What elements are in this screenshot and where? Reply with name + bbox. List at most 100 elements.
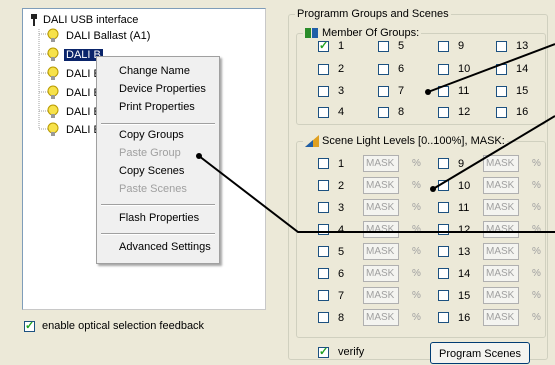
checkbox[interactable] bbox=[318, 202, 329, 213]
scenes-icon bbox=[305, 135, 319, 147]
tree-item[interactable]: DALI E bbox=[45, 104, 103, 120]
mask-field[interactable]: MASK bbox=[363, 221, 399, 238]
tree-root[interactable]: DALI USB interface bbox=[29, 14, 138, 26]
checkbox[interactable] bbox=[24, 319, 35, 332]
tree-item-selected[interactable]: DALI B bbox=[45, 47, 103, 63]
group-checkbox-14[interactable]: 14 bbox=[496, 63, 528, 75]
tree-item[interactable]: DALI E bbox=[45, 66, 103, 82]
optical-feedback-checkbox[interactable]: enable optical selection feedback bbox=[24, 319, 205, 332]
checkbox[interactable] bbox=[496, 40, 507, 52]
group-checkbox-2[interactable]: 2 bbox=[318, 63, 344, 75]
group-checkbox-13[interactable]: 13 bbox=[496, 40, 528, 52]
checkbox[interactable] bbox=[318, 158, 329, 169]
checkbox[interactable] bbox=[318, 224, 329, 235]
group-checkbox-4[interactable]: 4 bbox=[318, 106, 344, 118]
checkbox[interactable] bbox=[318, 39, 329, 52]
tree-item-label: DALI Ballast (A1) bbox=[66, 30, 151, 42]
checkbox[interactable] bbox=[438, 290, 449, 301]
group-checkbox-10[interactable]: 10 bbox=[438, 63, 470, 75]
checkbox[interactable] bbox=[438, 158, 449, 169]
menu-item-paste-scenes[interactable]: Paste Scenes bbox=[119, 183, 187, 195]
mask-field[interactable]: MASK bbox=[483, 243, 519, 260]
mask-field[interactable]: MASK bbox=[363, 265, 399, 282]
percent-unit: % bbox=[532, 224, 541, 235]
group-checkbox-7[interactable]: 7 bbox=[378, 85, 404, 97]
group-checkbox-8[interactable]: 8 bbox=[378, 106, 404, 118]
group-checkbox-9[interactable]: 9 bbox=[438, 40, 464, 52]
menu-item-paste-group[interactable]: Paste Group bbox=[119, 147, 181, 159]
checkbox[interactable] bbox=[496, 106, 507, 118]
mask-field[interactable]: MASK bbox=[483, 221, 519, 238]
group-label: 13 bbox=[516, 40, 529, 52]
mask-field[interactable]: MASK bbox=[363, 177, 399, 194]
mask-field[interactable]: MASK bbox=[363, 155, 399, 172]
programm-groups-title: Programm Groups and Scenes bbox=[295, 8, 451, 20]
group-label: 10 bbox=[458, 63, 471, 75]
checkbox[interactable] bbox=[318, 63, 329, 75]
menu-item-copy-scenes[interactable]: Copy Scenes bbox=[119, 165, 184, 177]
percent-unit: % bbox=[532, 246, 541, 257]
checkbox[interactable] bbox=[318, 246, 329, 257]
checkbox[interactable] bbox=[378, 106, 389, 118]
checkbox[interactable] bbox=[318, 290, 329, 301]
mask-field[interactable]: MASK bbox=[483, 177, 519, 194]
percent-unit: % bbox=[532, 158, 541, 169]
group-checkbox-5[interactable]: 5 bbox=[378, 40, 404, 52]
group-checkbox-16[interactable]: 16 bbox=[496, 106, 528, 118]
checkbox[interactable] bbox=[318, 180, 329, 191]
group-checkbox-15[interactable]: 15 bbox=[496, 85, 528, 97]
mask-field[interactable]: MASK bbox=[363, 287, 399, 304]
checkbox[interactable] bbox=[438, 202, 449, 213]
tree-item[interactable]: DALI E bbox=[45, 85, 103, 101]
checkbox[interactable] bbox=[378, 85, 389, 97]
group-label: 12 bbox=[458, 106, 471, 118]
mask-field[interactable]: MASK bbox=[363, 309, 399, 326]
checkbox[interactable] bbox=[438, 246, 449, 257]
checkbox[interactable] bbox=[318, 268, 329, 279]
mask-field[interactable]: MASK bbox=[363, 199, 399, 216]
mask-field[interactable]: MASK bbox=[363, 243, 399, 260]
group-checkbox-11[interactable]: 11 bbox=[438, 85, 469, 97]
menu-item-print-properties[interactable]: Print Properties bbox=[119, 101, 195, 113]
checkbox[interactable] bbox=[438, 63, 449, 75]
checkbox[interactable] bbox=[318, 85, 329, 97]
checkbox[interactable] bbox=[318, 312, 329, 323]
checkbox[interactable] bbox=[438, 268, 449, 279]
mask-field[interactable]: MASK bbox=[483, 309, 519, 326]
checkbox[interactable] bbox=[318, 106, 329, 118]
checkbox[interactable] bbox=[438, 40, 449, 52]
optical-feedback-label: enable optical selection feedback bbox=[42, 320, 205, 332]
context-menu: Change Name Device Properties Print Prop… bbox=[96, 56, 220, 264]
tree-item-ballast-a1[interactable]: DALI Ballast (A1) bbox=[45, 28, 152, 44]
checkbox[interactable] bbox=[438, 106, 449, 118]
checkbox[interactable] bbox=[378, 63, 389, 75]
group-label: 7 bbox=[398, 85, 405, 97]
checkbox[interactable] bbox=[496, 63, 507, 75]
mask-field[interactable]: MASK bbox=[483, 155, 519, 172]
checkbox[interactable] bbox=[496, 85, 507, 97]
group-label: 8 bbox=[398, 106, 405, 118]
menu-item-flash-properties[interactable]: Flash Properties bbox=[119, 212, 199, 224]
mask-field[interactable]: MASK bbox=[483, 199, 519, 216]
tree-item[interactable]: DALI E bbox=[45, 122, 103, 138]
scene-row-13: 13 MASK% bbox=[438, 243, 541, 260]
program-scenes-button[interactable]: Program Scenes bbox=[430, 342, 530, 364]
menu-item-copy-groups[interactable]: Copy Groups bbox=[119, 129, 184, 141]
scene-row-10: 10 MASK% bbox=[438, 177, 541, 194]
group-checkbox-3[interactable]: 3 bbox=[318, 85, 344, 97]
mask-field[interactable]: MASK bbox=[483, 265, 519, 282]
verify-checkbox[interactable]: verify bbox=[318, 345, 364, 358]
menu-item-change-name[interactable]: Change Name bbox=[119, 65, 190, 77]
group-checkbox-12[interactable]: 12 bbox=[438, 106, 470, 118]
menu-item-advanced-settings[interactable]: Advanced Settings bbox=[119, 241, 211, 253]
mask-field[interactable]: MASK bbox=[483, 287, 519, 304]
checkbox[interactable] bbox=[378, 40, 389, 52]
checkbox[interactable] bbox=[438, 85, 449, 97]
checkbox[interactable] bbox=[438, 312, 449, 323]
checkbox[interactable] bbox=[438, 180, 449, 191]
menu-item-device-properties[interactable]: Device Properties bbox=[119, 83, 206, 95]
group-checkbox-1[interactable]: 1 bbox=[318, 39, 344, 52]
group-checkbox-6[interactable]: 6 bbox=[378, 63, 404, 75]
checkbox[interactable] bbox=[438, 224, 449, 235]
checkbox[interactable] bbox=[318, 345, 329, 358]
